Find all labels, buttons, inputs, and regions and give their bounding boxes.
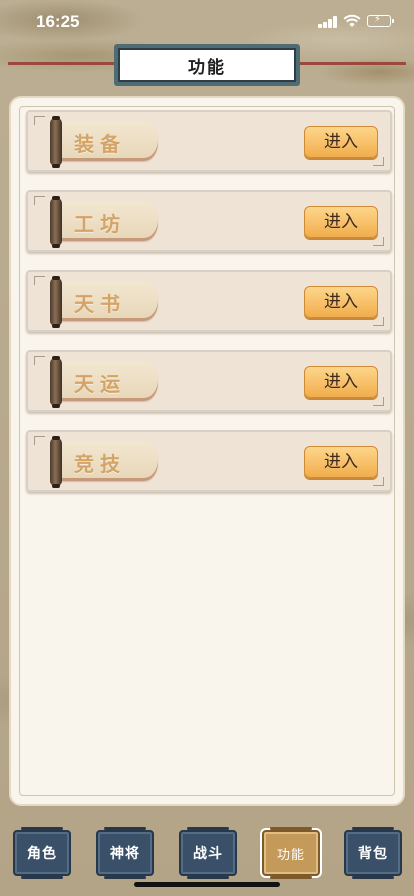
enter-button-arena[interactable]: 进入 xyxy=(304,446,378,478)
function-label: 天书 xyxy=(74,292,126,316)
scroll-icon: 天书 xyxy=(44,276,162,328)
function-label: 工坊 xyxy=(74,212,126,236)
tab-character[interactable]: 角色 xyxy=(13,827,71,879)
enter-button-heavenly-book[interactable]: 进入 xyxy=(304,286,378,318)
battery-charging-icon: ⚡ xyxy=(367,14,394,27)
function-item-equipment: 装备 进入 xyxy=(26,110,392,172)
function-item-arena: 竞技 进入 xyxy=(26,430,392,492)
function-item-heavenly-book: 天书 进入 xyxy=(26,270,392,332)
scroll-icon: 天运 xyxy=(44,356,162,408)
title-plaque: 功能 xyxy=(114,44,300,86)
function-item-fortune: 天运 进入 xyxy=(26,350,392,412)
page-title: 功能 xyxy=(118,48,296,82)
scroll-icon: 装备 xyxy=(44,116,162,168)
home-indicator[interactable] xyxy=(134,882,280,887)
enter-button-equipment[interactable]: 进入 xyxy=(304,126,378,158)
enter-button-workshop[interactable]: 进入 xyxy=(304,206,378,238)
scroll-icon: 工坊 xyxy=(44,196,162,248)
cellular-signal-icon xyxy=(318,16,338,28)
function-label: 天运 xyxy=(74,372,126,396)
tab-functions[interactable]: 功能 xyxy=(262,827,320,879)
function-label: 竞技 xyxy=(74,452,126,476)
function-item-workshop: 工坊 进入 xyxy=(26,190,392,252)
tab-battle[interactable]: 战斗 xyxy=(179,827,237,879)
enter-button-fortune[interactable]: 进入 xyxy=(304,366,378,398)
tab-bag[interactable]: 背包 xyxy=(344,827,402,879)
scroll-icon: 竞技 xyxy=(44,436,162,488)
status-bar: 16:25 ⚡ xyxy=(0,0,414,44)
function-label: 装备 xyxy=(74,132,126,156)
wifi-icon xyxy=(343,14,361,27)
function-panel: 装备 进入 工坊 进入 天书 进入 天运 进入 竞技 进入 xyxy=(9,96,405,806)
status-time: 16:25 xyxy=(36,12,80,31)
banner-rope-left xyxy=(8,62,118,65)
bottom-tab-bar: 角色 神将 战斗 功能 背包 xyxy=(0,826,414,882)
banner-rope-right xyxy=(296,62,406,65)
tab-generals[interactable]: 神将 xyxy=(96,827,154,879)
